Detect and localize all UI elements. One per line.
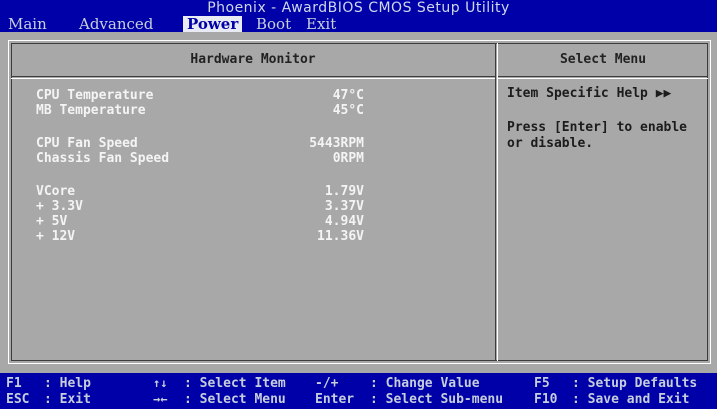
cpu-fan-speed-value: 5443RPM — [309, 136, 364, 151]
f10-desc: : Save and Exit — [572, 392, 690, 407]
v12-label: + 12V — [36, 229, 76, 244]
plus-minus-desc: : Change Value — [370, 376, 480, 391]
esc-key: ESC — [6, 392, 30, 407]
chassis-fan-speed-label: Chassis Fan Speed — [36, 151, 170, 166]
item-specific-help: Item Specific Help ▶▶ — [507, 86, 671, 102]
f10-key: F10 — [534, 392, 558, 407]
enter-desc: : Select Sub-menu — [370, 392, 504, 407]
menu-exit[interactable]: Exit — [302, 16, 340, 32]
v12-value: 11.36V — [317, 229, 364, 244]
chassis-fan-speed-value: 0RPM — [332, 151, 364, 166]
mb-temperature-value: 45°C — [332, 103, 364, 118]
help-header-divider — [498, 76, 708, 79]
v5-value: 4.94V — [324, 214, 364, 229]
v33-label: + 3.3V — [36, 199, 83, 214]
cpu-fan-speed-label: CPU Fan Speed — [36, 136, 138, 151]
menu-advanced[interactable]: Advanced — [75, 16, 157, 32]
mb-temperature-label: MB Temperature — [36, 103, 146, 118]
help-text-line2: or disable. — [507, 136, 594, 151]
menu-boot[interactable]: Boot — [252, 16, 295, 32]
vcore-label: VCore — [36, 184, 76, 199]
f1-desc: : Help — [44, 376, 91, 391]
left-right-arrow-icon: →← — [153, 392, 168, 406]
f5-desc: : Setup Defaults — [572, 376, 698, 391]
double-right-arrow-icon: ▶▶ — [655, 86, 672, 101]
enter-key: Enter — [315, 392, 355, 407]
menu-bar: Main Advanced Power Boot Exit — [0, 16, 717, 32]
panel-header-divider — [11, 76, 495, 79]
cpu-temperature-label: CPU Temperature — [36, 88, 154, 103]
updown-desc: : Select Item — [184, 376, 286, 391]
menu-main[interactable]: Main — [4, 16, 51, 32]
help-title: Select Menu — [559, 52, 647, 67]
item-specific-help-label: Item Specific Help — [507, 86, 648, 101]
vcore-value: 1.79V — [324, 184, 364, 199]
esc-desc: : Exit — [44, 392, 91, 407]
plus-minus-key: -/+ — [315, 376, 339, 391]
leftright-desc: : Select Menu — [184, 392, 286, 407]
key-legend-bar: F1 : Help ESC : Exit ↑↓ : Select Item →←… — [0, 373, 717, 409]
panel-divider — [495, 43, 498, 361]
window-title: Phoenix - AwardBIOS CMOS Setup Utility — [0, 0, 717, 16]
f5-key: F5 — [534, 376, 550, 391]
cpu-temperature-value: 47°C — [332, 88, 364, 103]
f1-key: F1 — [6, 376, 22, 391]
up-down-arrow-icon: ↑↓ — [153, 376, 168, 390]
v5-label: + 5V — [36, 214, 68, 229]
v33-value: 3.37V — [324, 199, 364, 214]
panel-title: Hardware Monitor — [190, 52, 316, 67]
help-text-line1: Press [Enter] to enable — [507, 120, 688, 135]
menu-power[interactable]: Power — [183, 16, 243, 32]
